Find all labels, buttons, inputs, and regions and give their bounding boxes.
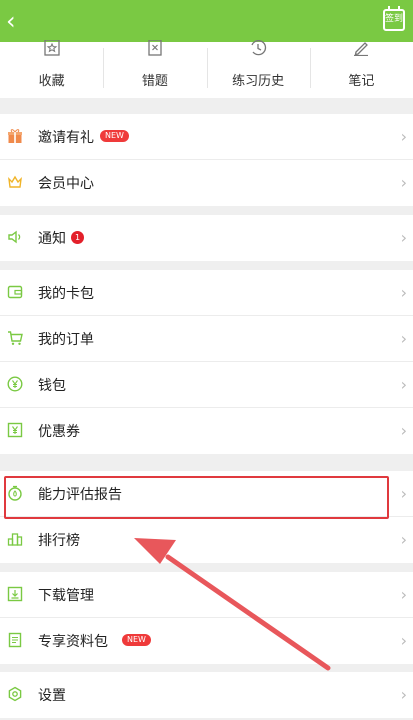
wrong-icon <box>148 40 162 56</box>
menu-item-invite[interactable]: 邀请有礼 NEW › <box>0 114 413 160</box>
gear-icon <box>8 686 22 702</box>
section-resources: 下载管理 › 专享资料包 NEW › <box>0 572 413 664</box>
checkin-label: 签到 <box>385 14 404 24</box>
chevron-right-icon: › <box>400 421 407 440</box>
document-icon <box>8 632 22 648</box>
download-icon <box>7 586 23 602</box>
profile-page: ‹ 签到 收藏 错题 练习历史 笔记 邀请有礼 NEW › 会员中心 › 通知 … <box>0 0 413 720</box>
menu-item-notice[interactable]: 通知 1 › <box>0 215 413 261</box>
menu-item-order[interactable]: 我的订单 › <box>0 316 413 362</box>
chevron-right-icon: › <box>400 585 407 604</box>
star-icon <box>43 40 60 56</box>
quick-actions: 收藏 错题 练习历史 笔记 <box>0 40 413 98</box>
menu-item-label: 我的订单 <box>38 332 94 348</box>
menu-item-coupon[interactable]: 优惠券 › <box>0 408 413 454</box>
chevron-right-icon: › <box>400 530 407 549</box>
new-badge: NEW <box>100 130 129 142</box>
menu-item-settings[interactable]: 设置 › <box>0 672 413 718</box>
chevron-right-icon: › <box>400 173 407 192</box>
menu-item-label: 优惠券 <box>38 424 80 440</box>
history-icon <box>251 40 267 56</box>
chevron-right-icon: › <box>400 484 407 503</box>
menu-item-label: 会员中心 <box>38 176 94 192</box>
quick-action-label: 笔记 <box>348 74 375 89</box>
notification-count-badge: 1 <box>71 231 84 244</box>
menu-item-label: 排行榜 <box>38 533 80 549</box>
back-button[interactable]: ‹ <box>6 8 28 34</box>
section-account: 我的卡包 › 我的订单 › 钱包 › 优惠券 › <box>0 270 413 454</box>
menu-item-label: 专享资料包 <box>38 634 108 650</box>
menu-item-label: 下载管理 <box>38 588 94 604</box>
chevron-right-icon: › <box>400 631 407 650</box>
pen-icon <box>354 42 369 56</box>
quick-action-label: 收藏 <box>38 74 65 89</box>
cart-icon <box>8 331 23 345</box>
coupon-icon <box>7 422 23 438</box>
menu-item-wallet[interactable]: 钱包 › <box>0 362 413 408</box>
speaker-icon <box>8 230 21 244</box>
menu-item-label: 钱包 <box>38 378 66 394</box>
highlight-box <box>4 476 389 519</box>
quick-action-wrong[interactable]: 错题 <box>103 40 206 98</box>
menu-item-rank[interactable]: 排行榜 › <box>0 517 413 563</box>
quick-action-history[interactable]: 练习历史 <box>206 40 310 98</box>
menu-item-label: 通知 <box>38 231 66 247</box>
chevron-right-icon: › <box>400 127 407 146</box>
chevron-right-icon: › <box>400 283 407 302</box>
section-rewards: 邀请有礼 NEW › 会员中心 › <box>0 114 413 206</box>
podium-icon <box>7 533 23 546</box>
crown-icon <box>8 175 22 188</box>
menu-item-label: 邀请有礼 <box>38 130 94 146</box>
quick-action-notes[interactable]: 笔记 <box>309 42 413 98</box>
chevron-right-icon: › <box>400 228 407 247</box>
quick-action-label: 练习历史 <box>232 74 285 89</box>
top-bar: ‹ 签到 <box>0 0 413 42</box>
menu-item-download[interactable]: 下载管理 › <box>0 572 413 618</box>
new-badge: NEW <box>122 634 151 646</box>
menu-item-vip[interactable]: 会员中心 › <box>0 160 413 206</box>
section-notice: 通知 1 › <box>0 215 413 261</box>
quick-action-favorites[interactable]: 收藏 <box>0 40 103 98</box>
menu-item-label: 设置 <box>38 688 66 704</box>
menu-item-card[interactable]: 我的卡包 › <box>0 270 413 316</box>
checkin-calendar-icon[interactable]: 签到 <box>383 6 405 31</box>
yuan-coin-icon <box>7 376 23 392</box>
section-settings: 设置 › <box>0 672 413 718</box>
wallet-card-icon <box>7 285 23 299</box>
quick-action-label: 错题 <box>141 74 168 89</box>
chevron-right-icon: › <box>400 685 407 704</box>
menu-item-exclusive[interactable]: 专享资料包 NEW › <box>0 618 413 664</box>
gift-icon <box>8 129 22 143</box>
chevron-right-icon: › <box>400 329 407 348</box>
menu-item-label: 我的卡包 <box>38 286 94 302</box>
chevron-right-icon: › <box>400 375 407 394</box>
